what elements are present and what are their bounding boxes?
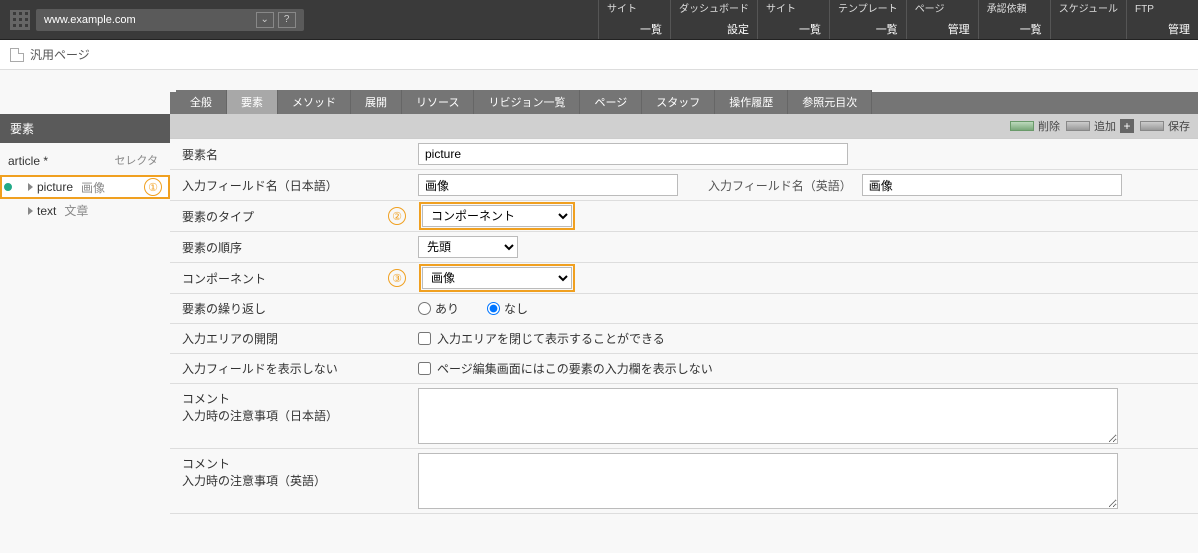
label-component: コンポーネント <box>170 264 410 293</box>
topmenu-item-1[interactable]: ダッシュボード設定 <box>670 0 757 39</box>
site-url-bar[interactable]: www.example.com ⌄ ? <box>36 9 304 31</box>
select-element-type[interactable]: コンポーネント <box>422 205 572 227</box>
row-hide-field: 入力フィールドを表示しない ページ編集画面にはこの要素の入力欄を表示しない <box>170 354 1198 384</box>
row-element-name: 要素名 <box>170 139 1198 170</box>
collapse-checkbox[interactable] <box>418 332 431 345</box>
topmenu-item-0[interactable]: サイト一覧 <box>598 0 670 39</box>
repeat-radio-group: あり なし <box>418 300 528 317</box>
repeat-no[interactable]: なし <box>487 300 528 317</box>
tabs: 全般要素メソッド展開リソースリビジョン一覧ページスタッフ操作履歴参照元目次 <box>170 92 1198 114</box>
repeat-yes-radio[interactable] <box>418 302 431 315</box>
topmenu-item-2[interactable]: サイト一覧 <box>757 0 829 39</box>
topmenu-item-6[interactable]: スケジュール <box>1050 0 1126 39</box>
sidebar-group[interactable]: article * セレクタ <box>0 147 170 175</box>
row-repeat: 要素の繰り返し あり なし <box>170 294 1198 324</box>
top-menu: サイト一覧ダッシュボード設定サイト一覧テンプレート一覧ページ管理承認依頼一覧スケ… <box>598 0 1198 39</box>
row-comment-en: コメント 入力時の注意事項（英語） <box>170 449 1198 514</box>
page-title: 汎用ページ <box>30 46 90 63</box>
sidebar-item-picture[interactable]: picture画像① <box>0 175 170 199</box>
topmenu-item-7[interactable]: FTP管理 <box>1126 0 1198 39</box>
subheader: 汎用ページ <box>0 40 1198 70</box>
topmenu-item-3[interactable]: テンプレート一覧 <box>829 0 906 39</box>
row-comment-ja: コメント 入力時の注意事項（日本語） <box>170 384 1198 449</box>
add-button[interactable]: 追加+ <box>1066 118 1134 134</box>
tab-リビジョン一覧[interactable]: リビジョン一覧 <box>474 90 580 114</box>
triangle-icon <box>28 183 33 191</box>
label-comment-en: コメント 入力時の注意事項（英語） <box>170 449 410 495</box>
tab-全般[interactable]: 全般 <box>176 90 227 114</box>
row-element-type: 要素のタイプ ② コンポーネント <box>170 201 1198 232</box>
row-input-field-names: 入力フィールド名（日本語） 入力フィールド名（英語） <box>170 170 1198 201</box>
sidebar-heading: 要素 <box>0 114 170 143</box>
workspace: 要素 article * セレクタ picture画像①text文章 全般要素メ… <box>0 70 1198 514</box>
row-element-order: 要素の順序 先頭 <box>170 232 1198 263</box>
label-element-name: 要素名 <box>170 140 410 169</box>
tab-リソース[interactable]: リソース <box>402 90 474 114</box>
collapse-check[interactable]: 入力エリアを閉じて表示することができる <box>418 330 665 347</box>
select-element-order[interactable]: 先頭 <box>418 236 518 258</box>
tab-メソッド[interactable]: メソッド <box>278 90 351 114</box>
sitebar-icons: ⌄ ? <box>256 12 296 28</box>
topbar-left: www.example.com ⌄ ? <box>0 0 314 39</box>
hide-field-checkbox[interactable] <box>418 362 431 375</box>
selector-label: セレクタ <box>110 150 162 172</box>
label-input-field-en: 入力フィールド名（英語） <box>708 177 852 194</box>
sidebar: 要素 article * セレクタ picture画像①text文章 <box>0 70 170 514</box>
input-element-name[interactable] <box>418 143 848 165</box>
save-button[interactable]: 保存 <box>1140 118 1190 134</box>
textarea-comment-ja[interactable] <box>418 388 1118 444</box>
repeat-no-radio[interactable] <box>487 302 500 315</box>
sidebar-list: article * セレクタ picture画像①text文章 <box>0 143 170 226</box>
page-icon <box>10 48 24 62</box>
tab-ページ[interactable]: ページ <box>580 90 642 114</box>
label-hide-field: 入力フィールドを表示しない <box>170 354 410 383</box>
dropdown-icon[interactable]: ⌄ <box>256 12 274 28</box>
topbar: www.example.com ⌄ ? サイト一覧ダッシュボード設定サイト一覧テ… <box>0 0 1198 40</box>
form: 要素名 入力フィールド名（日本語） 入力フィールド名（英語） 要素のタイプ ② … <box>170 138 1198 514</box>
input-field-en[interactable] <box>862 174 1122 196</box>
label-element-order: 要素の順序 <box>170 233 410 262</box>
plus-icon: + <box>1120 119 1134 133</box>
tab-操作履歴[interactable]: 操作履歴 <box>715 90 788 114</box>
select-component[interactable]: 画像 <box>422 267 572 289</box>
row-collapse: 入力エリアの開閉 入力エリアを閉じて表示することができる <box>170 324 1198 354</box>
callout-2: ② <box>388 207 406 225</box>
tab-要素[interactable]: 要素 <box>227 90 278 114</box>
label-input-field-ja: 入力フィールド名（日本語） <box>170 171 410 200</box>
topmenu-item-4[interactable]: ページ管理 <box>906 0 978 39</box>
main-pane: 全般要素メソッド展開リソースリビジョン一覧ページスタッフ操作履歴参照元目次 削除… <box>170 70 1198 514</box>
textarea-comment-en[interactable] <box>418 453 1118 509</box>
logo-icon <box>10 10 30 30</box>
sidebar-item-text[interactable]: text文章 <box>0 199 170 222</box>
topmenu-item-5[interactable]: 承認依頼一覧 <box>978 0 1050 39</box>
row-component: コンポーネント ③ 画像 <box>170 263 1198 294</box>
hide-field-check[interactable]: ページ編集画面にはこの要素の入力欄を表示しない <box>418 360 713 377</box>
tab-スタッフ[interactable]: スタッフ <box>642 90 715 114</box>
site-url: www.example.com <box>44 14 136 26</box>
callout-1: ① <box>144 178 162 196</box>
active-dot-icon <box>4 183 12 191</box>
input-field-ja[interactable] <box>418 174 678 196</box>
repeat-yes[interactable]: あり <box>418 300 459 317</box>
callout-3: ③ <box>388 269 406 287</box>
delete-button[interactable]: 削除 <box>1010 118 1060 134</box>
action-bar: 削除 追加+ 保存 <box>170 114 1198 138</box>
sidebar-group-label: article * <box>8 154 48 168</box>
help-icon[interactable]: ? <box>278 12 296 28</box>
label-comment-ja: コメント 入力時の注意事項（日本語） <box>170 384 410 430</box>
label-collapse: 入力エリアの開閉 <box>170 324 410 353</box>
tab-展開[interactable]: 展開 <box>351 90 402 114</box>
triangle-icon <box>28 207 33 215</box>
label-element-type: 要素のタイプ <box>170 202 410 231</box>
tab-参照元目次[interactable]: 参照元目次 <box>788 90 872 114</box>
label-repeat: 要素の繰り返し <box>170 294 410 323</box>
